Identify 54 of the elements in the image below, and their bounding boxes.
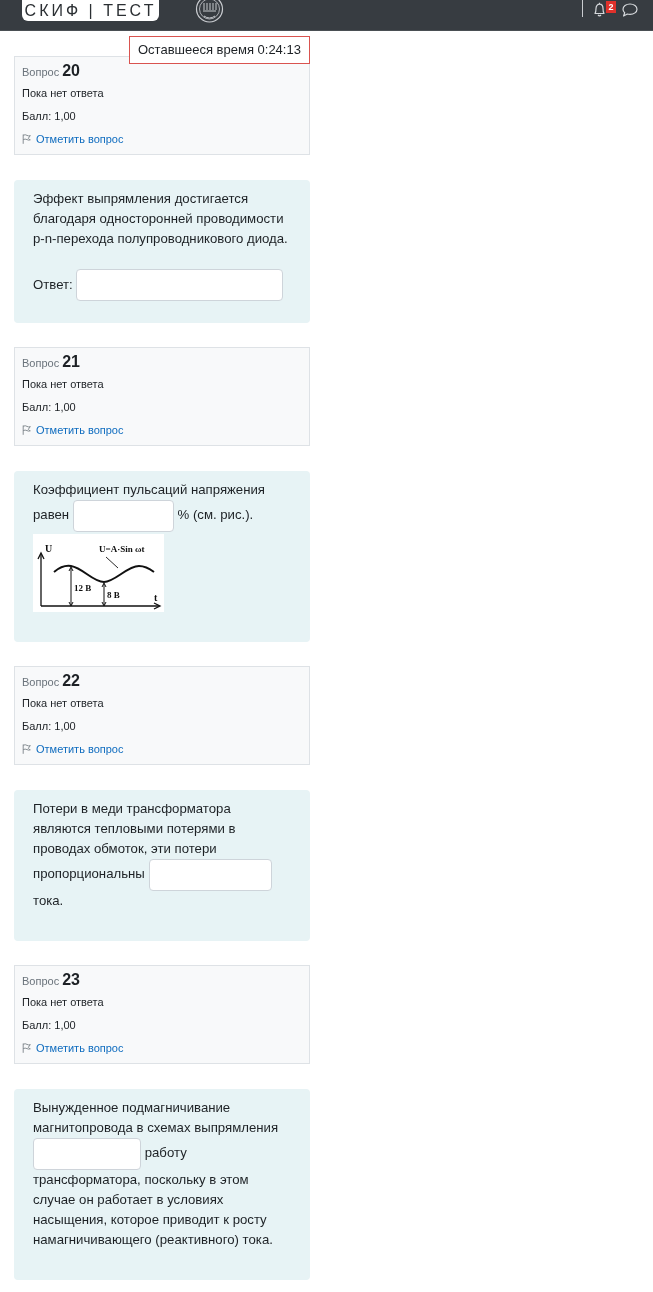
dimension-label: 12 В (74, 583, 92, 593)
answer-field[interactable] (75, 269, 283, 301)
question-grade: Балл: 1,00 (22, 1018, 76, 1033)
flag-question-link[interactable]: Отметить вопрос (36, 1039, 124, 1057)
question-text: трансформатора, поскольку в этом случае он работает в условиях насыщения, которое приводит к росту намагничивающего (реактивного) тока. (33, 1172, 273, 1247)
question-text: Вынужденное подмагничивание магнитопровода в схемах выпрямления (33, 1100, 279, 1135)
vertical-axis (37, 551, 45, 607)
flag-icon (22, 744, 31, 754)
question-number: 23 (62, 970, 80, 990)
question-grade: Балл: 1,00 (22, 109, 76, 124)
question-status: Пока нет ответа (22, 377, 104, 392)
notification-bell-icon (593, 2, 606, 17)
notification-count-badge: 2 (606, 1, 616, 13)
dimension-label: 8 В (107, 590, 120, 600)
answer-field[interactable] (148, 859, 272, 891)
question-label: Вопрос (22, 974, 60, 989)
question-grade: Балл: 1,00 (22, 719, 76, 734)
question-text: % (см. рис.). (177, 507, 254, 523)
emblem-icon (195, 0, 224, 24)
question-number: 22 (62, 671, 80, 691)
flag-question-link[interactable]: Отметить вопрос (36, 130, 124, 148)
question-status: Пока нет ответа (22, 995, 104, 1010)
question-text: тока. (33, 893, 64, 908)
chat-bubble-icon (622, 3, 638, 17)
formula-label: U=A·Sin ωt (99, 544, 145, 554)
question-status: Пока нет ответа (22, 696, 104, 711)
question-label: Вопрос (22, 675, 60, 690)
flag-question-link[interactable]: Отметить вопрос (36, 421, 124, 439)
time-remaining: Оставшееся время 0:24:13 (129, 36, 310, 64)
flag-question-link[interactable]: Отметить вопрос (36, 740, 124, 758)
question-text: Эффект выпрямления достигается благодаря односторонней проводимости p-n-перехода полупроводникового диода. (33, 191, 288, 246)
axis-label: U (45, 543, 53, 554)
flag-icon (22, 425, 31, 435)
question-number: 21 (62, 352, 80, 372)
question-text: равен (33, 507, 70, 523)
flag-icon (22, 1043, 31, 1053)
question-text: пропорциональны (33, 866, 145, 882)
question-text: работу (144, 1145, 187, 1161)
flag-icon (22, 134, 31, 144)
question-number: 20 (62, 61, 80, 81)
question-text: Потери в меди трансформатора являются тепловыми потерями в проводах обмоток, эти потери (33, 801, 236, 856)
answer-label: Ответ: (33, 276, 73, 294)
answer-field[interactable] (72, 500, 174, 532)
question-text: Коэффициент пульсаций напряжения (33, 482, 265, 497)
leader-line (105, 556, 119, 569)
axis-label: t (154, 592, 158, 603)
question-label: Вопрос (22, 65, 60, 80)
question-status: Пока нет ответа (22, 86, 104, 101)
site-logo[interactable]: СКИФ | ТЕСТ (22, 0, 159, 21)
question-label: Вопрос (22, 356, 60, 371)
dimension-arrow (101, 582, 107, 607)
answer-field[interactable] (33, 1138, 141, 1170)
question-grade: Балл: 1,00 (22, 400, 76, 415)
dimension-arrow (68, 566, 74, 607)
